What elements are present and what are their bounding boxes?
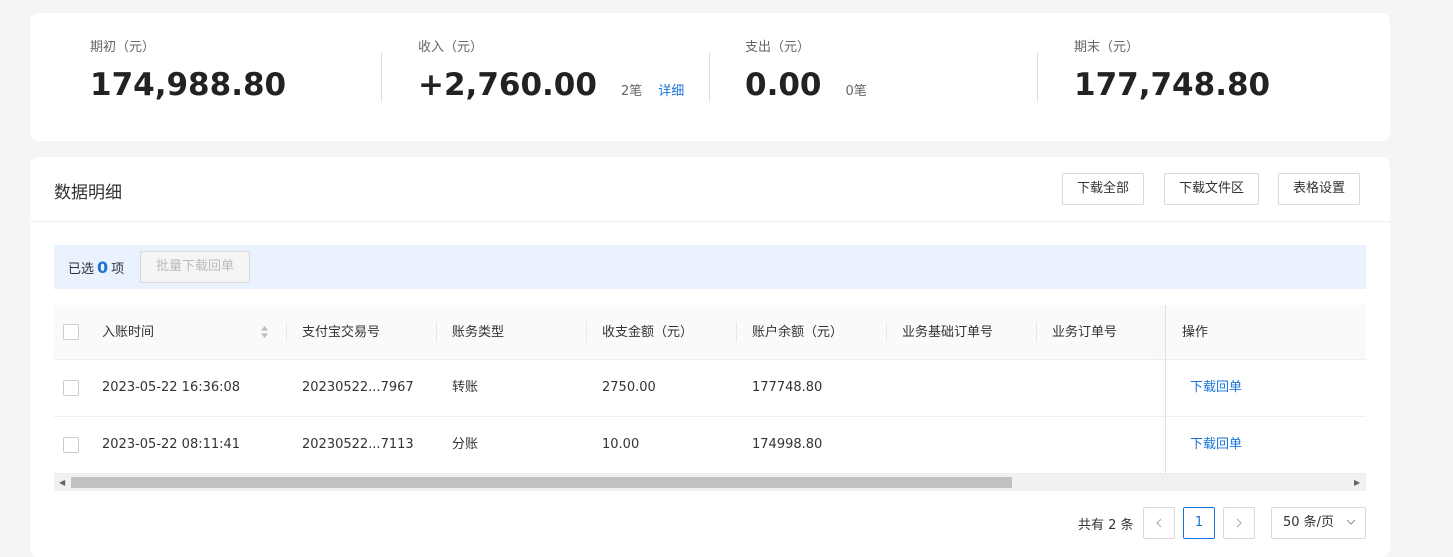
column-separator bbox=[286, 322, 287, 342]
stat-expense-label: 支出（元） bbox=[745, 40, 811, 55]
selection-suffix: 项 bbox=[111, 262, 125, 277]
column-separator bbox=[886, 322, 887, 342]
cell-amount: 2750.00 bbox=[602, 380, 656, 395]
cell-type: 转账 bbox=[452, 380, 479, 395]
selection-count: 0 bbox=[97, 258, 109, 277]
stat-expense-value: 0.00 bbox=[745, 67, 822, 103]
detail-title: 数据明细 bbox=[54, 183, 122, 203]
next-page-button[interactable] bbox=[1223, 507, 1255, 539]
table-header: 入账时间 支付宝交易号 账务类型 收支金额（元） 账户余额（元） 业务基础订单号… bbox=[54, 305, 1366, 360]
divider bbox=[381, 52, 382, 102]
cell-trade-no: 20230522...7113 bbox=[302, 437, 414, 452]
download-receipt-link[interactable]: 下载回单 bbox=[1190, 417, 1242, 473]
column-header-balance: 账户余额（元） bbox=[752, 325, 844, 340]
column-header-time: 入账时间 bbox=[102, 325, 155, 340]
scroll-right-icon[interactable]: ▶ bbox=[1354, 478, 1360, 487]
cell-time: 2023-05-22 08:11:41 bbox=[102, 437, 241, 452]
chevron-right-icon bbox=[1236, 518, 1242, 528]
page-button-1[interactable]: 1 bbox=[1183, 507, 1215, 539]
stat-opening-label: 期初（元） bbox=[90, 40, 156, 55]
stat-expense: 支出（元） 0.00 0笔 bbox=[745, 39, 867, 105]
table-row: 2023-05-22 16:36:08 20230522...7967 转账 2… bbox=[54, 360, 1366, 417]
column-separator bbox=[1036, 322, 1037, 342]
stat-income: 收入（元） +2,760.00 2笔 详细 bbox=[418, 39, 684, 105]
divider bbox=[1037, 52, 1038, 102]
page-size-select[interactable]: 50 条/页 bbox=[1271, 507, 1366, 539]
chevron-down-icon bbox=[1346, 519, 1356, 525]
detail-header: 数据明细 下载全部 下载文件区 表格设置 bbox=[30, 157, 1390, 222]
prev-page-button[interactable] bbox=[1143, 507, 1175, 539]
divider bbox=[709, 52, 710, 102]
sort-icon[interactable] bbox=[260, 325, 269, 339]
download-all-button[interactable]: 下载全部 bbox=[1062, 173, 1145, 205]
download-files-button[interactable]: 下载文件区 bbox=[1164, 173, 1260, 205]
summary-card: 期初（元） 174,988.80 收入（元） +2,760.00 2笔 详细 支… bbox=[30, 13, 1390, 141]
row-checkbox[interactable] bbox=[63, 380, 79, 396]
chevron-left-icon bbox=[1156, 518, 1162, 528]
stat-closing-label: 期末（元） bbox=[1074, 40, 1140, 55]
stat-closing-value: 177,748.80 bbox=[1074, 67, 1271, 103]
scroll-left-icon[interactable]: ◀ bbox=[59, 478, 65, 487]
stat-income-count: 2笔 bbox=[620, 84, 643, 99]
batch-download-button[interactable]: 批量下载回单 bbox=[140, 251, 251, 283]
stat-income-value: +2,760.00 bbox=[418, 67, 597, 103]
stat-opening: 期初（元） 174,988.80 bbox=[90, 39, 286, 105]
table-settings-button[interactable]: 表格设置 bbox=[1278, 173, 1361, 205]
column-separator bbox=[436, 322, 437, 342]
table-row: 2023-05-22 08:11:41 20230522...7113 分账 1… bbox=[54, 417, 1366, 474]
stat-opening-value: 174,988.80 bbox=[90, 67, 287, 103]
selection-prefix: 已选 bbox=[68, 262, 95, 277]
selection-text: 已选 0 项 bbox=[68, 258, 124, 277]
cell-balance: 174998.80 bbox=[752, 437, 823, 452]
stat-expense-count: 0笔 bbox=[845, 84, 867, 99]
stat-closing: 期末（元） 177,748.80 bbox=[1074, 39, 1270, 105]
column-separator bbox=[586, 322, 587, 342]
selection-bar: 已选 0 项 批量下载回单 bbox=[54, 245, 1366, 289]
pagination-total: 共有 2 条 bbox=[1078, 518, 1134, 533]
column-header-action: 操作 bbox=[1182, 325, 1209, 340]
column-header-base-order: 业务基础订单号 bbox=[902, 325, 994, 340]
scroll-thumb[interactable] bbox=[71, 477, 1012, 488]
page-size-value: 50 条/页 bbox=[1283, 515, 1335, 530]
download-receipt-link[interactable]: 下载回单 bbox=[1190, 360, 1242, 416]
row-checkbox[interactable] bbox=[63, 437, 79, 453]
detail-card: 数据明细 下载全部 下载文件区 表格设置 已选 0 项 批量下载回单 入账时间 支付… bbox=[30, 157, 1390, 557]
select-all-checkbox[interactable] bbox=[63, 324, 79, 340]
column-separator bbox=[736, 322, 737, 342]
fixed-column-shadow bbox=[1165, 305, 1166, 474]
cell-type: 分账 bbox=[452, 437, 479, 452]
cell-balance: 177748.80 bbox=[752, 380, 823, 395]
cell-amount: 10.00 bbox=[602, 437, 640, 452]
cell-trade-no: 20230522...7967 bbox=[302, 380, 414, 395]
column-header-order: 业务订单号 bbox=[1052, 325, 1118, 340]
column-header-type: 账务类型 bbox=[452, 325, 505, 340]
cell-time: 2023-05-22 16:36:08 bbox=[102, 380, 241, 395]
stat-income-label: 收入（元） bbox=[418, 40, 484, 55]
income-detail-link[interactable]: 详细 bbox=[658, 80, 684, 99]
column-header-amount: 收支金额（元） bbox=[602, 325, 694, 340]
horizontal-scrollbar[interactable]: ◀ ▶ bbox=[54, 474, 1366, 491]
column-header-trade-no: 支付宝交易号 bbox=[302, 325, 381, 340]
